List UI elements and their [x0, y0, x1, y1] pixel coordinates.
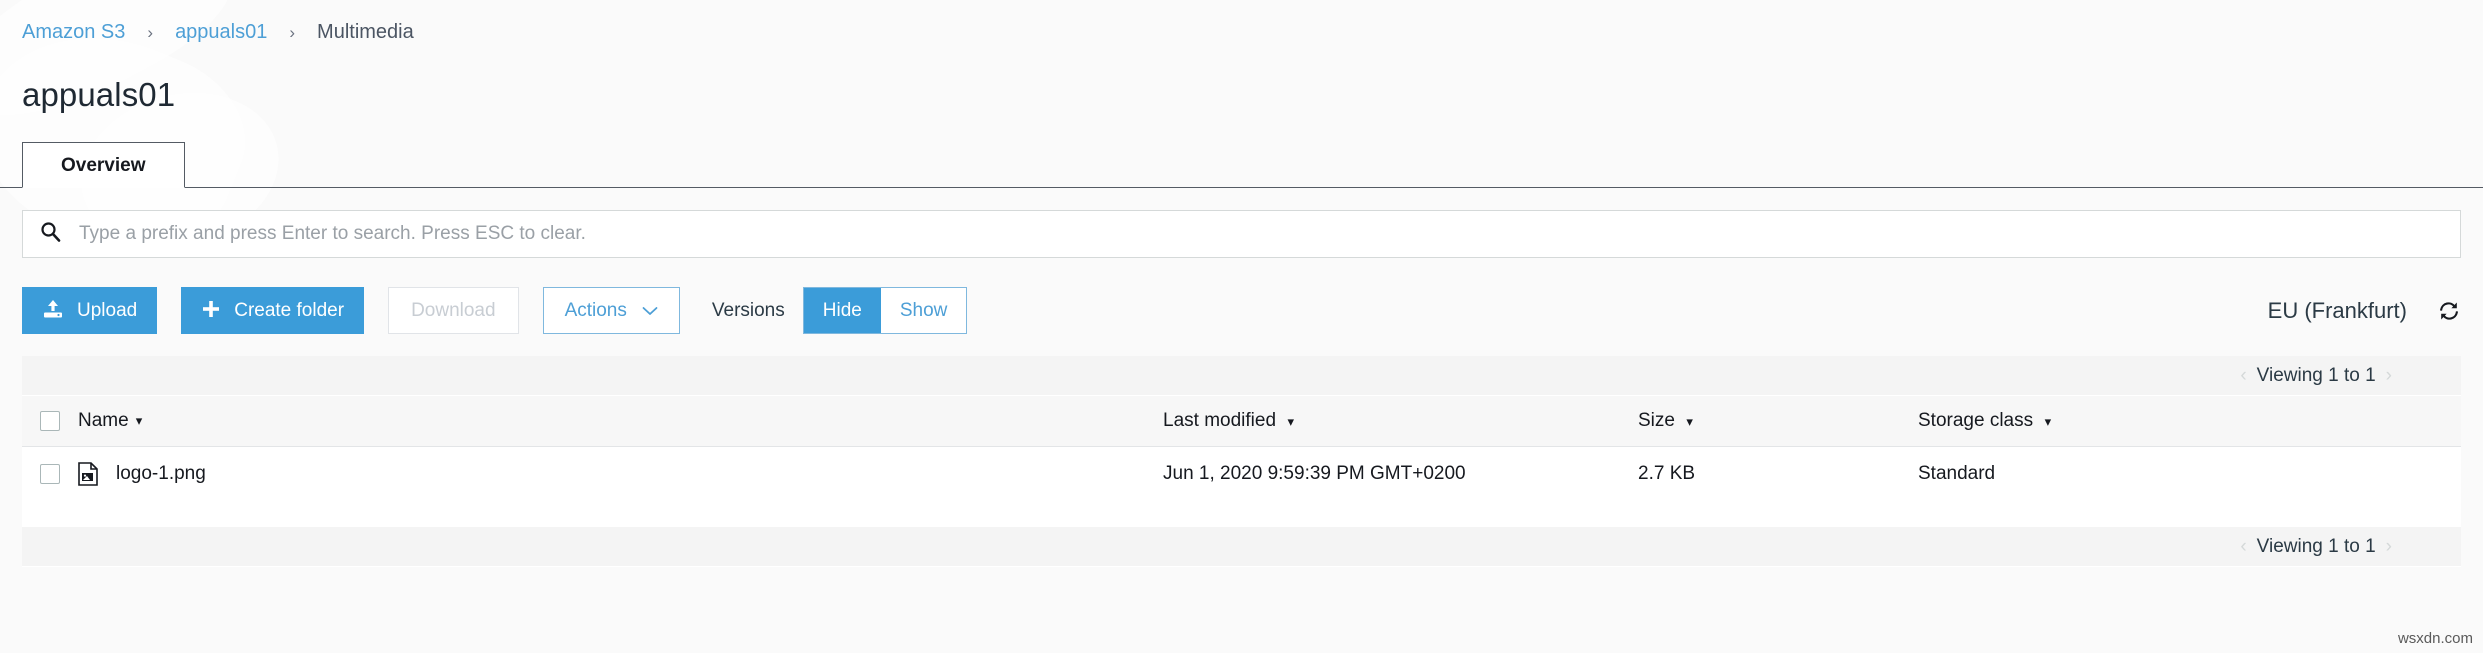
versions-label: Versions: [711, 299, 785, 321]
versions-show-button[interactable]: Show: [880, 288, 967, 333]
pagination-bar-top: ‹ Viewing 1 to 1 ›: [22, 356, 2461, 396]
sort-caret-icon: ▾: [2044, 413, 2052, 429]
column-header-name[interactable]: Name ▾: [78, 410, 1163, 432]
create-folder-button[interactable]: Create folder: [181, 287, 365, 334]
breadcrumb-separator-icon: ›: [289, 22, 296, 42]
toolbar-right-group: EU (Frankfurt): [2268, 298, 2461, 324]
tab-bar: Overview: [0, 141, 2483, 188]
tab-overview[interactable]: Overview: [22, 142, 185, 188]
object-name-link[interactable]: logo-1.png: [116, 463, 206, 485]
pagination: ‹ Viewing 1 to 1 ›: [2230, 365, 2402, 387]
select-all-cell: [22, 411, 78, 431]
row-select-cell: [22, 463, 78, 484]
objects-table: ‹ Viewing 1 to 1 › Name ▾ Last modified …: [22, 356, 2461, 567]
upload-icon: [42, 299, 64, 323]
pagination-label: Viewing 1 to 1: [2256, 364, 2376, 386]
actions-button-label: Actions: [564, 300, 627, 321]
versions-hide-button[interactable]: Hide: [803, 288, 881, 333]
pagination: ‹ Viewing 1 to 1 ›: [2230, 536, 2402, 558]
refresh-icon[interactable]: [2437, 300, 2461, 322]
download-button-label: Download: [411, 300, 496, 321]
page-title: appuals01: [22, 76, 176, 113]
cell-storage-class: Standard: [1918, 462, 1996, 484]
chevron-down-icon: [642, 301, 658, 320]
cell-size: 2.7 KB: [1638, 462, 1696, 484]
column-header-last-modified[interactable]: Last modified ▾: [1163, 410, 1638, 432]
column-header-size-label: Size: [1638, 410, 1675, 431]
column-header-size[interactable]: Size ▾: [1638, 410, 1918, 432]
plus-icon: [201, 299, 221, 323]
image-file-icon: [78, 461, 98, 486]
watermark: wsxdn.com: [2397, 630, 2473, 647]
upload-button-label: Upload: [77, 300, 138, 321]
select-all-checkbox[interactable]: [40, 411, 60, 431]
search-bar: [22, 210, 2461, 258]
search-box[interactable]: [22, 210, 2461, 258]
row-checkbox[interactable]: [40, 463, 60, 484]
cell-object-name: logo-1.png: [78, 461, 1163, 486]
pagination-bar-bottom: ‹ Viewing 1 to 1 ›: [22, 527, 2461, 567]
table-footer-gap: [22, 500, 2461, 527]
column-header-storage-class-label: Storage class: [1918, 410, 2034, 431]
sort-caret-icon: ▾: [135, 413, 143, 428]
pagination-prev-icon[interactable]: ‹: [2230, 536, 2256, 558]
breadcrumb-item-multimedia: Multimedia: [317, 21, 414, 43]
table-row[interactable]: logo-1.png Jun 1, 2020 9:59:39 PM GMT+02…: [22, 447, 2461, 500]
actions-button[interactable]: Actions: [542, 287, 680, 334]
column-header-name-label: Name: [78, 410, 129, 431]
create-folder-button-label: Create folder: [234, 300, 345, 321]
column-header-storage-class[interactable]: Storage class ▾: [1918, 410, 2461, 432]
column-header-last-modified-label: Last modified: [1163, 410, 1277, 431]
table-header-row: Name ▾ Last modified ▾ Size ▾ Storage cl…: [22, 396, 2461, 447]
versions-toggle: Hide Show: [802, 287, 968, 334]
breadcrumb-separator-icon: ›: [147, 22, 154, 42]
object-toolbar: Upload Create folder Download Actions Ve…: [22, 287, 2461, 334]
region-label: EU (Frankfurt): [2267, 297, 2407, 323]
breadcrumb-item-appuals01[interactable]: appuals01: [175, 22, 267, 42]
download-button[interactable]: Download: [388, 287, 519, 334]
breadcrumb-item-amazon-s3[interactable]: Amazon S3: [22, 22, 125, 42]
pagination-next-icon[interactable]: ›: [2376, 365, 2402, 387]
pagination-label: Viewing 1 to 1: [2256, 535, 2376, 557]
pagination-next-icon[interactable]: ›: [2376, 536, 2402, 558]
upload-button[interactable]: Upload: [22, 287, 158, 334]
pagination-prev-icon[interactable]: ‹: [2230, 365, 2256, 387]
sort-caret-icon: ▾: [1686, 413, 1693, 429]
cell-last-modified: Jun 1, 2020 9:59:39 PM GMT+0200: [1163, 462, 1466, 484]
search-input[interactable]: [79, 211, 2460, 257]
breadcrumb: Amazon S3 › appuals01 › Multimedia: [0, 0, 2483, 42]
search-icon: [40, 221, 61, 247]
s3-console-page: Amazon S3 › appuals01 › Multimedia appua…: [0, 0, 2483, 653]
sort-caret-icon: ▾: [1287, 413, 1294, 429]
